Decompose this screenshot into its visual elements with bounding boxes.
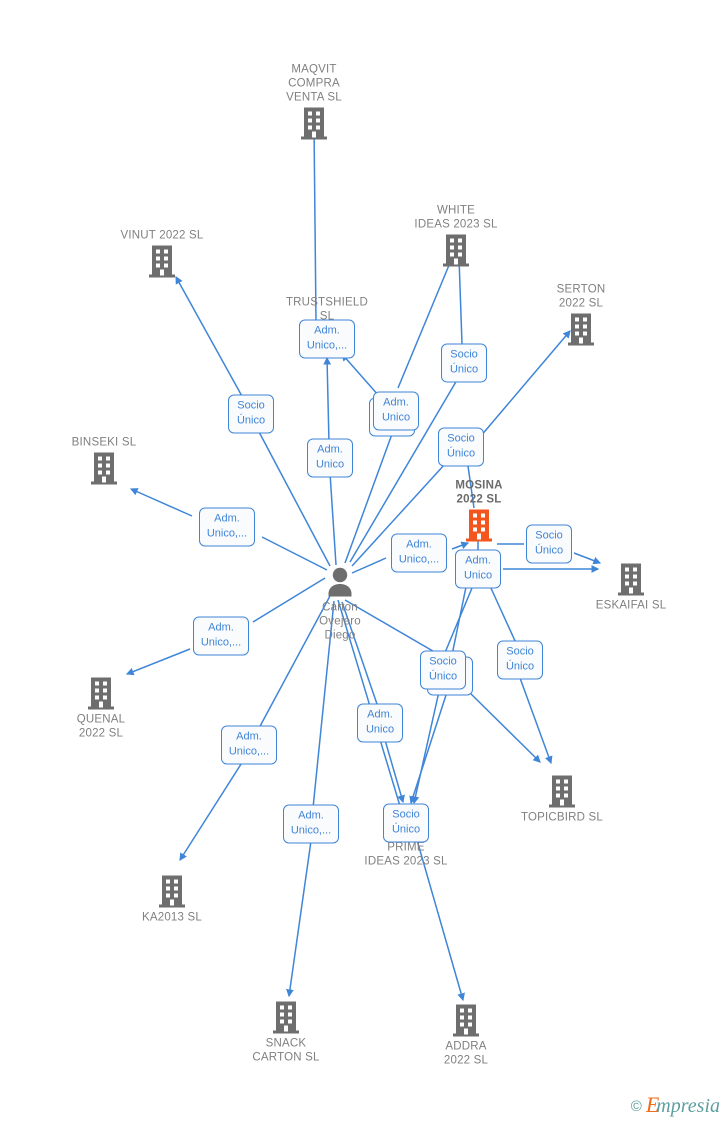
edge-admunico-trustshield (323, 356, 332, 444)
edge-binsekiadm-binseki (129, 488, 193, 517)
edge-label-ka2013-adm[interactable]: Adm. Unico,... (221, 725, 277, 765)
edge-label-topicbird-socio[interactable]: Socio Único (497, 640, 543, 680)
edge-label-quenal-adm[interactable]: Adm. Unico,... (193, 616, 249, 656)
edge-admunico2-lowsocio2 (443, 587, 473, 656)
edge-trustshield-maqvit (310, 123, 318, 323)
edge-label-eskaifai-socio[interactable]: Socio Único (526, 524, 572, 564)
edge-center-snackadm (312, 600, 335, 809)
edge-center-kaadm (257, 595, 331, 731)
edge-admunico2-topicsocio (489, 585, 517, 644)
network-graph-canvas (125, 123, 602, 1002)
edge-mosinasocio-mosina (467, 465, 475, 509)
edge-label-white-socio[interactable]: Socio Único (441, 343, 487, 383)
edge-center-quenaladm (252, 577, 326, 623)
edge-lowmidsocio-prime (411, 686, 441, 805)
edge-prime-addra (416, 839, 465, 1002)
edge-snackadm-snack (286, 840, 312, 998)
edge-centeradm-mosina (451, 541, 470, 550)
edge-center-admunico (329, 472, 337, 566)
edge-label-snack-adm[interactable]: Adm. Unico,... (283, 804, 339, 844)
edge-whitesocio-white (455, 256, 464, 345)
copyright-icon: © (630, 1097, 642, 1115)
edge-label-lowmid-socio[interactable]: Socio Único (420, 650, 466, 690)
edge-center-lowmidsocio (344, 599, 439, 655)
edge-center-primeadm (341, 601, 379, 708)
brand-name: mpresia (656, 1095, 720, 1117)
empresia-watermark: © Empresia (630, 1094, 720, 1117)
edge-label-mosina-socio[interactable]: Socio Único (438, 427, 484, 467)
edge-quenaladm-quenal (125, 648, 191, 676)
edge-eskaifaisocio-eskaifai (573, 552, 602, 565)
edge-label-mid-adm[interactable]: Adm. Unico (373, 391, 419, 431)
edge-label-mosina-adm[interactable]: Adm. Unico (455, 549, 501, 589)
edge-sociovinut-vinut (175, 275, 244, 399)
edge-kaadm-ka2013 (179, 760, 244, 861)
edge-label-prime-socio[interactable]: Socio Único (383, 803, 429, 843)
edge-lowmidsocio2-prime (409, 691, 448, 805)
edge-label-vinut-socio[interactable]: Socio Único (228, 394, 274, 434)
edge-label-center-adm[interactable]: Adm. Unico,... (391, 533, 447, 573)
edge-primeadm-prime (384, 739, 405, 804)
edge-label-binseki-adm[interactable]: Adm. Unico,... (199, 507, 255, 547)
edge-label-trustshield-adm[interactable]: Adm. Unico (307, 438, 353, 478)
edge-label-prime-adm[interactable]: Adm. Unico (357, 703, 403, 743)
edge-midadm-trustshield (341, 353, 380, 397)
edge-mosinasocio-serton (479, 330, 571, 438)
edge-topicsocio-topicbird (519, 677, 553, 765)
edge-label-trustshield[interactable]: Adm. Unico,... (299, 319, 355, 359)
